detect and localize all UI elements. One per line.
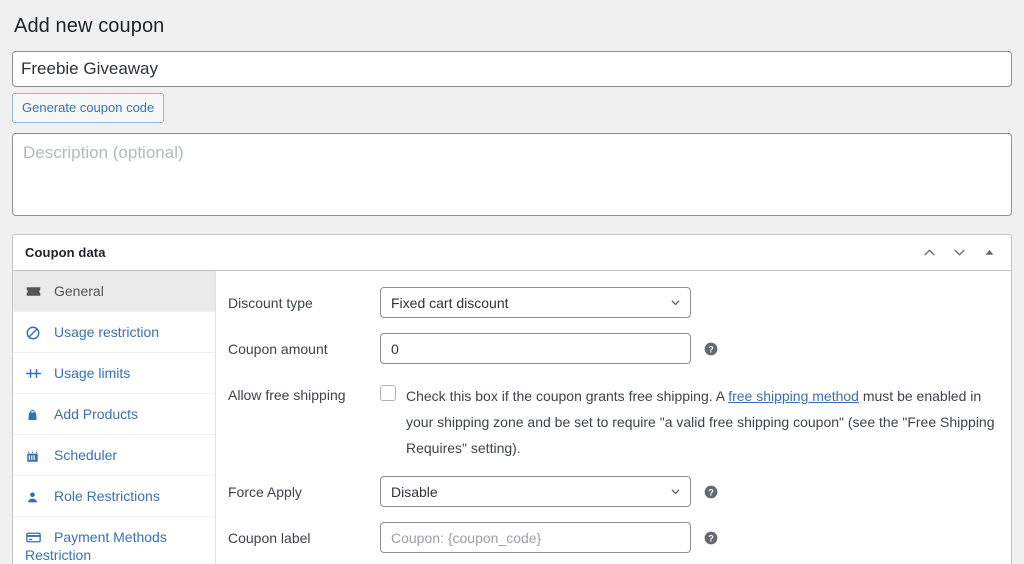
tab-payment-methods-restriction[interactable]: Payment Methods Restriction xyxy=(13,517,215,564)
allow-free-shipping-label: Allow free shipping xyxy=(228,387,346,403)
move-down-icon[interactable] xyxy=(945,239,973,267)
force-apply-select[interactable]: Disable xyxy=(380,476,691,507)
force-apply-label: Force Apply xyxy=(228,484,302,500)
coupon-amount-label: Coupon amount xyxy=(228,341,328,357)
tab-general-label: General xyxy=(54,283,104,299)
coupon-label-help-icon[interactable]: ? xyxy=(703,530,719,546)
tab-role-restrictions[interactable]: Role Restrictions xyxy=(13,476,215,517)
force-apply-row: Force Apply Disable ? xyxy=(228,476,999,507)
tab-add-products[interactable]: Add Products xyxy=(13,394,215,435)
tab-usage-restriction-label: Usage restriction xyxy=(54,324,160,340)
move-up-icon[interactable] xyxy=(915,239,943,267)
allow-free-shipping-checkbox[interactable] xyxy=(380,385,396,401)
coupon-data-tabs: General Usage restriction Usage limits A… xyxy=(13,271,216,564)
bag-icon xyxy=(25,408,45,423)
tab-usage-limits-label: Usage limits xyxy=(54,365,131,381)
credit-card-icon xyxy=(25,529,45,546)
tab-usage-limits[interactable]: Usage limits xyxy=(13,353,215,394)
tab-add-products-label: Add Products xyxy=(54,406,139,422)
discount-type-row: Discount type Fixed cart discount xyxy=(228,287,999,318)
svg-text:?: ? xyxy=(708,487,713,497)
calendar-icon xyxy=(25,449,45,464)
tab-general[interactable]: General xyxy=(13,271,215,312)
force-apply-help-icon[interactable]: ? xyxy=(703,484,719,500)
discount-type-select[interactable]: Fixed cart discount xyxy=(380,287,691,318)
toggle-panel-icon[interactable] xyxy=(975,239,1003,267)
generate-button-row: Generate coupon code xyxy=(12,87,1012,123)
coupon-label-input[interactable] xyxy=(380,522,691,553)
generate-coupon-code-button[interactable]: Generate coupon code xyxy=(12,93,165,123)
tab-usage-restriction[interactable]: Usage restriction xyxy=(13,312,215,353)
tab-scheduler[interactable]: Scheduler xyxy=(13,435,215,476)
description-textarea[interactable] xyxy=(12,133,1012,216)
free-shipping-method-link[interactable]: free shipping method xyxy=(728,388,859,404)
general-tab-fields: Discount type Fixed cart discount Coupon… xyxy=(216,271,1011,564)
description-row xyxy=(12,123,1012,216)
discount-type-label: Discount type xyxy=(228,295,313,311)
coupon-amount-row: Coupon amount ? xyxy=(228,333,999,364)
coupon-data-panel: Coupon data General Usage restriction Us… xyxy=(12,234,1012,564)
ticket-icon xyxy=(25,283,45,300)
person-icon xyxy=(25,490,45,505)
admin-page: Add new coupon Generate coupon code Coup… xyxy=(0,0,1024,564)
coupon-amount-input[interactable] xyxy=(380,333,691,364)
coupon-data-body: General Usage restriction Usage limits A… xyxy=(13,271,1011,564)
tab-payment-methods-restriction-label: Payment Methods Restriction xyxy=(25,529,167,563)
page-title: Add new coupon xyxy=(14,15,165,37)
coupon-code-input[interactable] xyxy=(12,51,1012,87)
allow-free-shipping-row: Allow free shipping Check this box if th… xyxy=(228,379,999,461)
coupon-data-title: Coupon data xyxy=(25,245,106,260)
svg-text:?: ? xyxy=(708,344,713,354)
coupon-data-panel-header: Coupon data xyxy=(13,235,1011,271)
svg-text:?: ? xyxy=(708,533,713,543)
panel-header-controls xyxy=(915,239,1003,267)
coupon-label-row: Coupon label ? xyxy=(228,522,999,553)
tab-scheduler-label: Scheduler xyxy=(54,447,118,463)
coupon-label-label: Coupon label xyxy=(228,530,311,546)
free-shipping-text-before: Check this box if the coupon grants free… xyxy=(406,388,729,404)
allow-free-shipping-description: Check this box if the coupon grants free… xyxy=(406,383,999,461)
sliders-icon xyxy=(25,365,45,382)
coupon-amount-help-icon[interactable]: ? xyxy=(703,341,719,357)
tab-role-restrictions-label: Role Restrictions xyxy=(54,488,160,504)
prohibition-icon xyxy=(25,325,45,341)
